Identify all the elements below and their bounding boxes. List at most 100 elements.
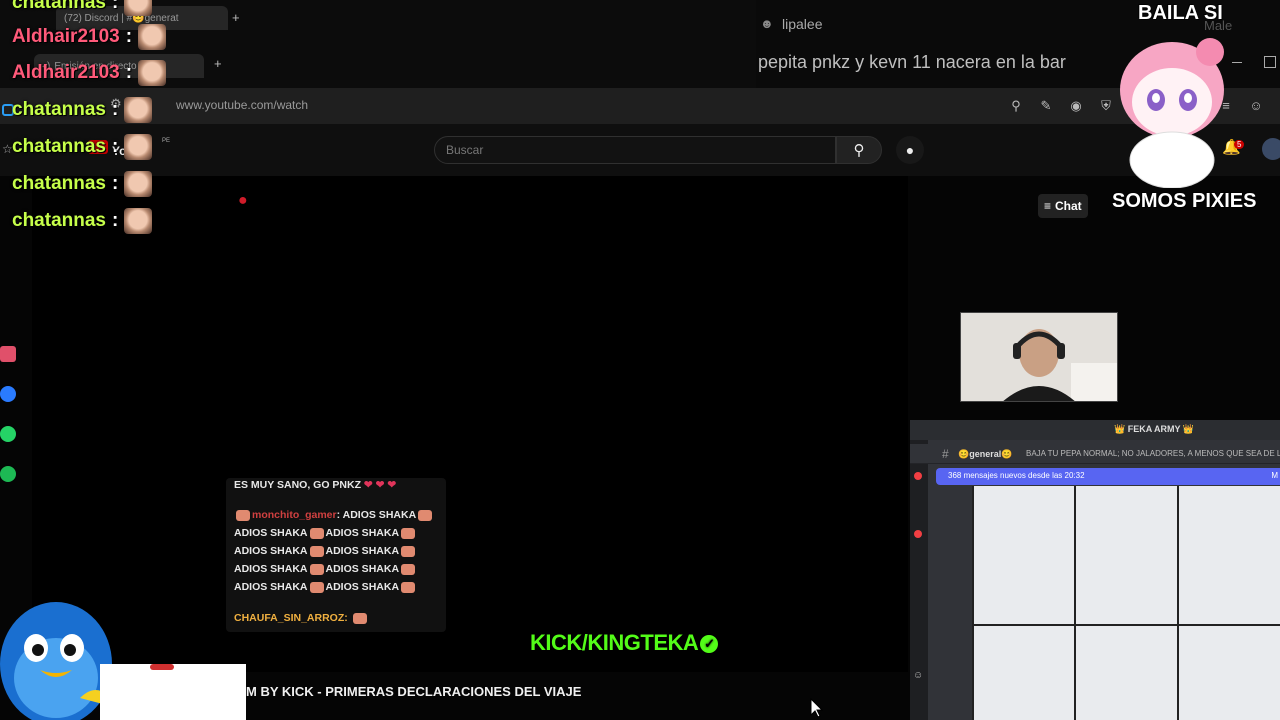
- new-messages-bar[interactable]: 368 mensajes nuevos desde las 20:32 M: [936, 468, 1280, 485]
- mark-as-read-label: M: [1271, 471, 1278, 480]
- emote-icon: [401, 581, 416, 593]
- chat-separator: :: [125, 62, 133, 83]
- kick-chat-message: ADIOS SHAKA ADIOS SHAKA: [234, 545, 417, 557]
- profile-name[interactable]: lipalee: [782, 16, 822, 32]
- youtube-region: PE: [162, 138, 171, 144]
- image-border: [972, 486, 974, 720]
- channel-topic: BAJA TU PEPA NORMAL; NO JALADORES, A MEN…: [1026, 449, 1280, 458]
- message-text: ADIOS SHAKA: [325, 545, 400, 557]
- streamer-image: [961, 313, 1117, 401]
- chat-username: chatannas: [12, 99, 106, 120]
- message-text: ADIOS SHAKA: [342, 509, 417, 521]
- emote-icon: [418, 509, 433, 521]
- maximize-icon[interactable]: [1264, 56, 1276, 68]
- chat-username: chatannas: [12, 210, 106, 231]
- message-text: ES MUY SANO, GO PNKZ: [234, 479, 361, 491]
- whatsapp-icon[interactable]: [0, 426, 16, 442]
- chat-toggle-button[interactable]: ≡ Chat: [1038, 194, 1088, 218]
- mic-icon: ●: [905, 142, 915, 158]
- chat-list-icon: ≡: [1044, 199, 1052, 213]
- app-dock-icon[interactable]: [0, 346, 16, 362]
- server-name: 👑 FEKA ARMY 👑: [1114, 424, 1195, 434]
- verified-icon: ✓: [700, 635, 719, 654]
- message-text: ADIOS SHAKA: [325, 527, 400, 539]
- emote-icon: [309, 581, 324, 593]
- new-messages-text: 368 mensajes nuevos desde las 20:32: [948, 471, 1085, 480]
- emote-icon: [124, 208, 153, 234]
- image-divider: [1074, 486, 1076, 720]
- profile-icon[interactable]: ☻: [760, 16, 774, 32]
- edit-icon[interactable]: ✎: [1038, 98, 1054, 114]
- emote-icon: [401, 563, 416, 575]
- emote-icon: [138, 60, 167, 86]
- chat-button-label: Chat: [1055, 199, 1082, 213]
- account-icon[interactable]: ☺: [1248, 98, 1264, 114]
- overlay-chat-line: chatannas :: [12, 134, 153, 160]
- kick-chat-message: ADIOS SHAKA ADIOS SHAKA: [234, 581, 417, 593]
- chat-separator: :: [111, 136, 119, 157]
- chat-separator: :: [111, 0, 119, 13]
- user-settings-icon[interactable]: ☺: [913, 670, 923, 681]
- kick-brand-text: KICK/KINGTEKA: [530, 630, 699, 655]
- voice-search-button[interactable]: ●: [896, 136, 924, 164]
- emote-icon: [138, 24, 167, 50]
- chat-username: Aldhair2103: [12, 26, 120, 47]
- sticker-top-text: BAILA SI: [1138, 2, 1223, 24]
- emote-icon: [236, 509, 250, 521]
- overlay-chat-line: chatannas :: [12, 171, 153, 197]
- anime-sticker: [1120, 38, 1224, 188]
- message-text: ADIOS SHAKA: [234, 563, 308, 575]
- message-username: CHAUFA_SIN_ARROZ: [234, 612, 345, 624]
- new-tab-icon[interactable]: +: [232, 10, 240, 25]
- search-placeholder: Buscar: [446, 143, 484, 157]
- search-icon: ⚲: [853, 142, 865, 159]
- new-tab-icon[interactable]: +: [214, 56, 222, 71]
- messenger-icon[interactable]: [0, 386, 16, 402]
- message-username: monchito_gamer: [252, 509, 337, 521]
- url-field[interactable]: www.youtube.com/watch: [176, 98, 308, 112]
- emote-icon: [401, 545, 416, 557]
- kick-chat-message: ADIOS SHAKA ADIOS SHAKA: [234, 563, 417, 575]
- emote-icon: [309, 563, 324, 575]
- chat-separator: :: [125, 26, 133, 47]
- search-button[interactable]: ⚲: [836, 136, 882, 164]
- discord-titlebar: [910, 420, 1280, 440]
- unread-badge[interactable]: [914, 530, 922, 538]
- emote-icon: [124, 134, 153, 160]
- mouse-cursor-icon: [810, 698, 824, 718]
- emote-icon: [401, 527, 416, 539]
- chat-separator: :: [111, 173, 119, 194]
- overlay-chat-line: Aldhair2103 :: [12, 60, 167, 86]
- image-divider: [1177, 486, 1179, 720]
- chat-separator: :: [111, 99, 119, 120]
- location-pin-icon: ●: [238, 192, 248, 209]
- channel-hash-icon: #: [942, 447, 949, 461]
- emote-icon: [309, 545, 324, 557]
- image-divider: [972, 624, 1280, 626]
- spotify-icon[interactable]: [0, 466, 16, 482]
- message-text: ADIOS SHAKA: [325, 563, 400, 575]
- kick-brand-label: KICK/KINGTEKA ✓: [530, 630, 719, 656]
- shared-image[interactable]: [972, 486, 1280, 720]
- window-title: pepita pnkz y kevn 11 nacera en la bar: [758, 52, 1066, 72]
- chat-username: chatannas: [12, 136, 106, 157]
- emote-icon: [124, 171, 153, 197]
- video-player[interactable]: [32, 176, 908, 672]
- overlay-card: [100, 664, 246, 720]
- webcam-feed: [960, 312, 1118, 402]
- message-text: ADIOS SHAKA: [234, 545, 308, 557]
- overlay-chat-line: Aldhair2103 :: [12, 24, 167, 50]
- kick-chat-message: ADIOS SHAKA ADIOS SHAKA: [234, 527, 417, 539]
- emote-icon: [124, 97, 153, 123]
- channel-name[interactable]: 😊general😊: [958, 449, 1012, 460]
- message-text: ADIOS SHAKA: [325, 581, 400, 593]
- unread-badge[interactable]: [914, 472, 922, 480]
- camera-icon[interactable]: ◉: [1068, 98, 1084, 114]
- search-input[interactable]: [434, 136, 836, 164]
- search-icon[interactable]: ⚲: [1008, 98, 1024, 114]
- video-title: M BY KICK - PRIMERAS DECLARACIONES DEL V…: [246, 684, 582, 699]
- overlay-accent: [150, 664, 174, 670]
- avatar[interactable]: [1262, 138, 1280, 160]
- message-text: ADIOS SHAKA: [234, 581, 308, 593]
- chat-separator: :: [111, 210, 119, 231]
